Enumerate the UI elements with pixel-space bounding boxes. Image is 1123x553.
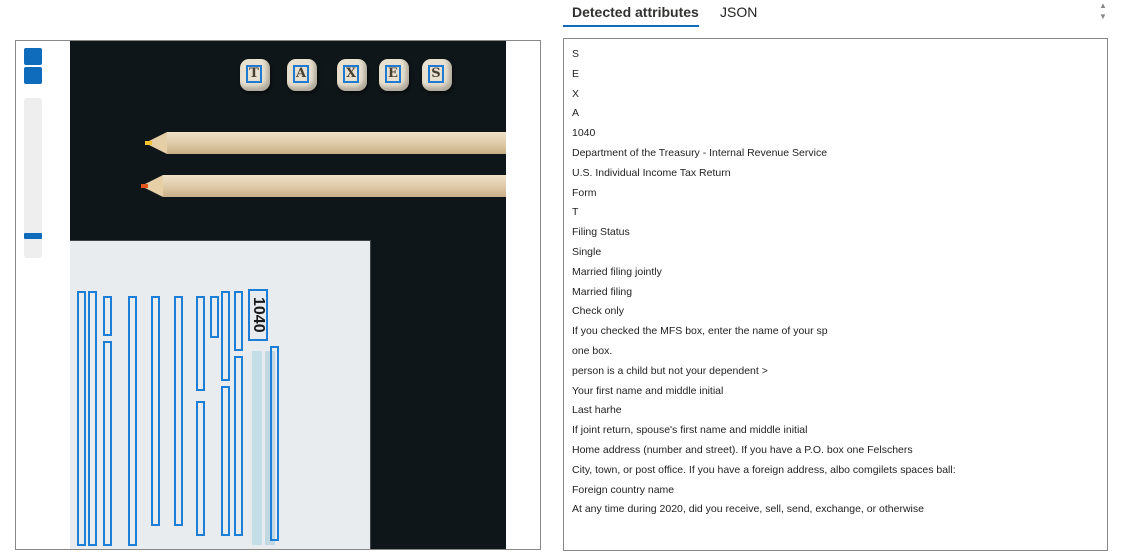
- detected-text-line: S: [572, 48, 580, 60]
- letter-tile: E: [379, 59, 409, 91]
- detected-attributes-panel: S E X A 1040 Department of the Treasury - Int…: [563, 38, 1108, 551]
- analyzed-photo: T A X E S 1040: [70, 41, 506, 549]
- page-scrollbar[interactable]: ▲ ▼: [1097, 0, 1109, 24]
- tab-json[interactable]: JSON: [720, 4, 757, 20]
- detected-text-line: Check only: [572, 305, 624, 318]
- ocr-box: [221, 386, 230, 536]
- scroll-up-icon[interactable]: ▲: [1097, 0, 1109, 11]
- scroll-down-icon[interactable]: ▼: [1097, 11, 1109, 22]
- ocr-box: [103, 296, 112, 336]
- detected-text-line: T: [572, 206, 579, 219]
- image-viewer: T A X E S 1040: [15, 40, 541, 550]
- letter-tile: T: [240, 59, 270, 91]
- detected-text-line: Married filing jointly: [572, 265, 662, 278]
- ocr-box: [128, 296, 137, 546]
- detected-text-line: City, town, or post office. If you have …: [572, 463, 956, 476]
- ocr-box: [234, 291, 243, 351]
- detected-text-line: If you checked the MFS box, enter the na…: [572, 325, 828, 338]
- ocr-box: [196, 296, 205, 391]
- ocr-box: [88, 291, 97, 546]
- detected-text-line: Married filing: [572, 285, 633, 298]
- zoom-slider-thumb[interactable]: [24, 233, 42, 239]
- pencil-yellow: [145, 132, 506, 154]
- detected-text-line: At any time during 2020, did you receive…: [572, 503, 924, 516]
- ocr-box: [270, 346, 279, 541]
- ocr-box: [77, 291, 86, 546]
- detected-text-line: Home address (number and street). If you…: [572, 443, 913, 456]
- letter-tile: X: [337, 59, 367, 91]
- detected-text-line: Your first name and middle initial: [572, 384, 724, 397]
- zoom-in-button[interactable]: [24, 48, 42, 65]
- zoom-out-button[interactable]: [24, 67, 42, 84]
- detected-text-line: Filing Status: [572, 226, 630, 239]
- detected-text-line: Single: [572, 245, 602, 258]
- detected-text-line: If joint return, spouse's first name and…: [572, 424, 808, 437]
- detected-text-line: A: [572, 107, 580, 120]
- detected-text-line: Last harhe: [572, 404, 622, 417]
- ocr-box: [151, 296, 160, 526]
- tab-detected-attributes[interactable]: Detected attributes: [572, 4, 699, 20]
- tax-form-paper: 1040: [70, 241, 370, 549]
- form-1040-title: 1040: [248, 289, 268, 341]
- ocr-box: [103, 341, 112, 546]
- detected-text-list: S E X A 1040 Department of the Treasury - Int…: [564, 39, 1107, 520]
- detected-text-line: Department of the Treasury - Internal Re…: [572, 146, 828, 159]
- letter-tile: S: [422, 59, 452, 91]
- detected-text-line: Foreign country name: [572, 483, 675, 496]
- detected-text-line: E: [572, 67, 580, 80]
- active-tab-indicator: [563, 25, 699, 27]
- ocr-box: [210, 296, 219, 338]
- detected-text-line: one box.: [572, 344, 613, 357]
- detected-text-line: X: [572, 87, 580, 100]
- detected-text-line: U.S. Individual Income Tax Return: [572, 166, 731, 179]
- letter-tile: A: [287, 59, 317, 91]
- ocr-box: [221, 291, 230, 381]
- ocr-box: [234, 356, 243, 536]
- ocr-box: [196, 401, 205, 536]
- detected-text-line: 1040: [572, 127, 596, 140]
- detected-text-line: Form: [572, 186, 597, 199]
- zoom-slider[interactable]: [24, 98, 42, 258]
- ocr-box: [174, 296, 183, 526]
- detected-text-line: person is a child but not your dependent…: [572, 364, 768, 377]
- pencil-orange: [141, 175, 506, 197]
